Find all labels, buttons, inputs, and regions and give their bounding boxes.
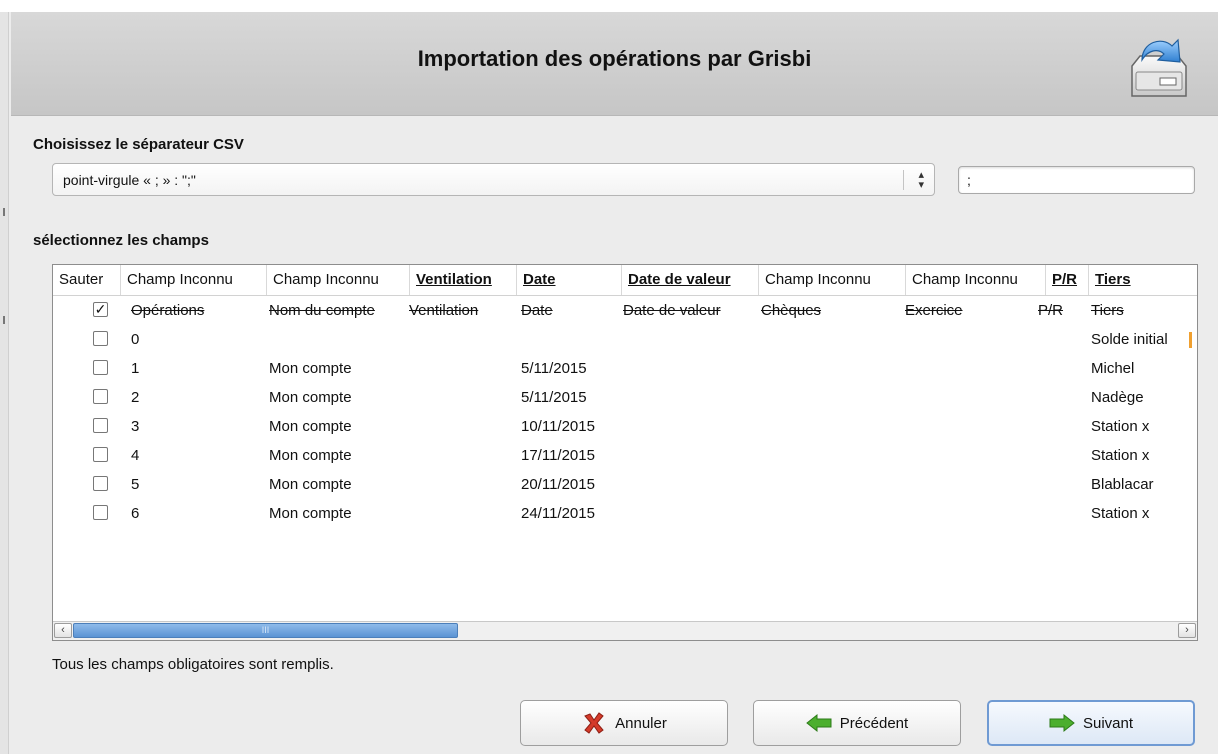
table-row: 5 Mon compte 20/11/2015 Blablacar bbox=[53, 471, 1197, 499]
column-header[interactable]: Champ Inconnu bbox=[267, 265, 410, 295]
table-cell: 1 bbox=[131, 360, 140, 377]
table-cell: P/R bbox=[1038, 302, 1064, 319]
column-header[interactable]: Sauter bbox=[53, 265, 121, 295]
table-cell: 2 bbox=[131, 389, 140, 406]
table-cell: Nom du compte bbox=[269, 302, 375, 319]
green-right-arrow-icon bbox=[1049, 712, 1075, 734]
table-header: Sauter Champ Inconnu Champ Inconnu Ventilat… bbox=[53, 265, 1197, 296]
table-cell: Tiers bbox=[1091, 302, 1124, 319]
table-cell: 5 bbox=[131, 476, 140, 493]
column-header[interactable]: Date de valeur bbox=[622, 265, 759, 295]
table-cell: 24/11/2015 bbox=[521, 505, 595, 522]
table-cell: Exercice bbox=[905, 302, 963, 319]
table-cell: Mon compte bbox=[269, 360, 352, 377]
table-cell: Mon compte bbox=[269, 447, 352, 464]
skip-checkbox[interactable] bbox=[93, 418, 108, 433]
window-top-strip bbox=[0, 0, 1218, 12]
separator-select-value: point-virgule « ; » : ";" bbox=[63, 172, 196, 188]
table-cell: Solde initial bbox=[1091, 331, 1168, 348]
table-row: 3 Mon compte 10/11/2015 Station x bbox=[53, 413, 1197, 441]
table-cell: Opérations bbox=[131, 302, 205, 319]
table-cell: Ventilation bbox=[409, 302, 479, 319]
table-cell: Mon compte bbox=[269, 389, 352, 406]
table-cell: 4 bbox=[131, 447, 140, 464]
custom-separator-input[interactable] bbox=[958, 166, 1195, 194]
cancel-button[interactable]: Annuler bbox=[520, 700, 728, 746]
cell-overflow-marker bbox=[1189, 332, 1192, 348]
table-row: 6 Mon compte 24/11/2015 Station x bbox=[53, 500, 1197, 528]
table-row: 0 Solde initial bbox=[53, 326, 1197, 354]
table-cell: 6 bbox=[131, 505, 140, 522]
select-divider bbox=[903, 170, 904, 190]
table-cell: Michel bbox=[1091, 360, 1135, 377]
assistant-header: Importation des opérations par Grisbi bbox=[11, 12, 1218, 116]
table-row: ✓ Opérations Nom du compte Ventilation Date D… bbox=[53, 297, 1197, 325]
table-cell: Mon compte bbox=[269, 418, 352, 435]
next-button[interactable]: Suivant bbox=[987, 700, 1195, 746]
column-header[interactable]: P/R bbox=[1046, 265, 1089, 295]
import-drive-icon bbox=[1131, 38, 1187, 97]
skip-checkbox[interactable] bbox=[93, 360, 108, 375]
skip-checkbox[interactable] bbox=[93, 447, 108, 462]
skip-checkbox[interactable] bbox=[93, 505, 108, 520]
column-header[interactable]: Champ Inconnu bbox=[759, 265, 906, 295]
skip-checkbox[interactable] bbox=[93, 331, 108, 346]
table-cell: Station x bbox=[1091, 418, 1150, 435]
scroll-grip: III bbox=[261, 625, 270, 635]
horizontal-scrollbar[interactable]: ‹ III › bbox=[53, 621, 1197, 640]
separator-label: Choisissez le séparateur CSV bbox=[33, 136, 244, 153]
table-cell: Mon compte bbox=[269, 505, 352, 522]
skip-checkbox[interactable] bbox=[93, 476, 108, 491]
table-cell: Station x bbox=[1091, 505, 1150, 522]
table-cell: 3 bbox=[131, 418, 140, 435]
table-row: 2 Mon compte 5/11/2015 Nadège bbox=[53, 384, 1197, 412]
table-cell: 20/11/2015 bbox=[521, 476, 595, 493]
column-header[interactable]: Champ Inconnu bbox=[121, 265, 267, 295]
fields-table: Sauter Champ Inconnu Champ Inconnu Ventilat… bbox=[52, 264, 1198, 641]
column-header[interactable]: Ventilation bbox=[410, 265, 517, 295]
table-row: 4 Mon compte 17/11/2015 Station x bbox=[53, 442, 1197, 470]
table-cell: Blablacar bbox=[1091, 476, 1154, 493]
green-left-arrow-icon bbox=[805, 712, 832, 734]
cancel-button-label: Annuler bbox=[615, 714, 667, 732]
column-header[interactable]: Champ Inconnu bbox=[906, 265, 1046, 295]
table-cell: Mon compte bbox=[269, 476, 352, 493]
status-message: Tous les champs obligatoires sont rempli… bbox=[52, 656, 334, 673]
table-cell: Chèques bbox=[761, 302, 822, 319]
scroll-right-button[interactable]: › bbox=[1178, 623, 1196, 638]
table-cell: 10/11/2015 bbox=[521, 418, 595, 435]
column-header[interactable]: Tiers bbox=[1089, 265, 1197, 295]
table-cell: Date de valeur bbox=[623, 302, 721, 319]
fields-label: sélectionnez les champs bbox=[33, 232, 209, 249]
column-header[interactable]: Date bbox=[517, 265, 622, 295]
table-cell: Nadège bbox=[1091, 389, 1144, 406]
scroll-left-button[interactable]: ‹ bbox=[54, 623, 72, 638]
red-x-icon bbox=[581, 712, 607, 734]
table-cell: Station x bbox=[1091, 447, 1150, 464]
separator-select[interactable]: point-virgule « ; » : ";" ▴ ▾ bbox=[52, 163, 935, 196]
edge-tick bbox=[3, 208, 5, 216]
skip-checkbox[interactable]: ✓ bbox=[93, 302, 108, 317]
previous-button-label: Précédent bbox=[839, 714, 909, 732]
table-cell: 5/11/2015 bbox=[521, 360, 587, 377]
table-row: 1 Mon compte 5/11/2015 Michel bbox=[53, 355, 1197, 383]
previous-button[interactable]: Précédent bbox=[753, 700, 961, 746]
table-cell: Date bbox=[521, 302, 553, 319]
page-title: Importation des opérations par Grisbi bbox=[417, 46, 812, 71]
table-cell: 5/11/2015 bbox=[521, 389, 587, 406]
next-button-label: Suivant bbox=[1082, 714, 1134, 732]
left-window-edge bbox=[0, 12, 9, 754]
table-cell: 17/11/2015 bbox=[521, 447, 595, 464]
updown-arrows-icon: ▴ ▾ bbox=[918, 169, 924, 191]
scroll-thumb[interactable]: III bbox=[73, 623, 458, 638]
table-cell: 0 bbox=[131, 331, 140, 348]
skip-checkbox[interactable] bbox=[93, 389, 108, 404]
edge-tick bbox=[3, 316, 5, 324]
